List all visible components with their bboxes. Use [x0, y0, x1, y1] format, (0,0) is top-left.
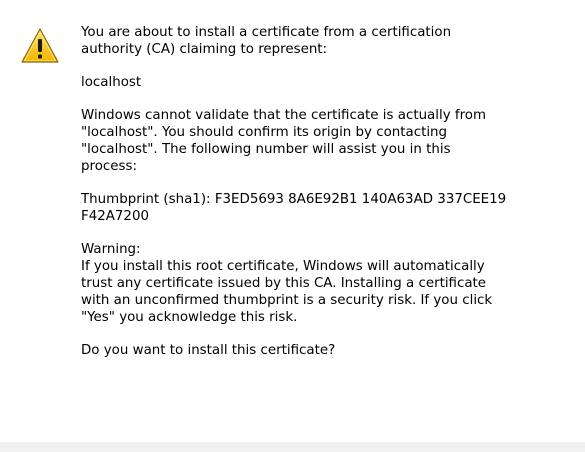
certificate-install-dialog: You are about to install a certificate f… [0, 0, 585, 452]
validation-line-3: "localhost". The following number will a… [81, 142, 451, 157]
install-question: Do you want to install this certificate? [81, 343, 336, 358]
thumbprint-paragraph: Thumbprint (sha1): F3ED5693 8A6E92B1 140… [81, 191, 561, 225]
question-paragraph: Do you want to install this certificate? [81, 342, 561, 359]
validation-line-2: "localhost". You should confirm its orig… [81, 125, 448, 140]
warning-icon [21, 28, 59, 63]
validation-line-4: process: [81, 159, 137, 174]
validation-line-1: Windows cannot validate that the certifi… [81, 108, 487, 123]
thumbprint-line-1: Thumbprint (sha1): F3ED5693 8A6E92B1 140… [81, 192, 507, 207]
button-bar-edge [0, 442, 585, 452]
warning-line-2: trust any certificate issued by this CA.… [81, 276, 487, 291]
intro-paragraph: You are about to install a certificate f… [81, 24, 561, 58]
warning-line-1: If you install this root certificate, Wi… [81, 259, 485, 274]
warning-line-4: "Yes" you acknowledge this risk. [81, 310, 298, 325]
host-paragraph: localhost [81, 74, 561, 91]
thumbprint-line-2: F42A7200 [81, 209, 149, 224]
dialog-message: You are about to install a certificate f… [81, 24, 561, 375]
intro-line-2: authority (CA) claiming to represent: [81, 42, 328, 57]
host-name: localhost [81, 75, 142, 90]
warning-line-3: with an unconfirmed thumbprint is a secu… [81, 293, 493, 308]
warning-paragraph: Warning: If you install this root certif… [81, 241, 561, 326]
intro-line-1: You are about to install a certificate f… [81, 25, 452, 40]
validation-paragraph: Windows cannot validate that the certifi… [81, 107, 561, 175]
warning-heading: Warning: [81, 242, 141, 257]
